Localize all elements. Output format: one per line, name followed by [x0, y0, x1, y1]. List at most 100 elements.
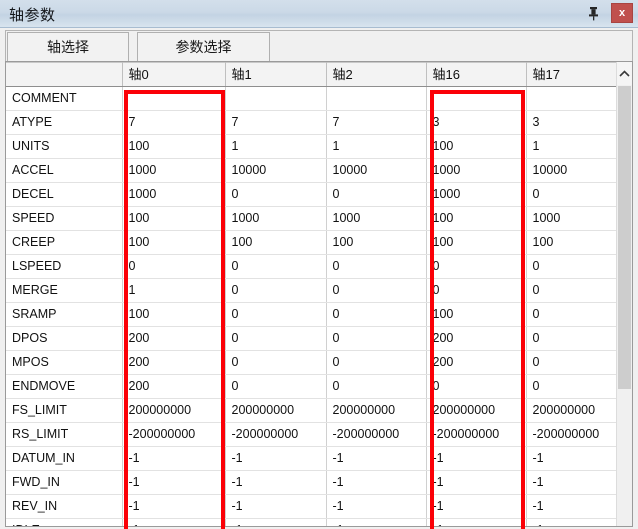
- cell-axis16[interactable]: 0: [426, 254, 527, 279]
- cell-axis1[interactable]: -1: [225, 518, 327, 526]
- cell-axis0[interactable]: 1000: [122, 158, 226, 183]
- cell-axis17[interactable]: 0: [526, 254, 619, 279]
- pin-icon[interactable]: [585, 5, 602, 22]
- cell-axis16[interactable]: -1: [426, 470, 527, 495]
- cell-axis17[interactable]: -200000000: [526, 422, 619, 447]
- cell-axis0[interactable]: 200: [122, 326, 226, 351]
- cell-axis2[interactable]: 10000: [326, 158, 427, 183]
- column-header-axis0[interactable]: 轴0: [122, 62, 226, 87]
- cell-axis16[interactable]: 200: [426, 326, 527, 351]
- cell-axis0[interactable]: 200000000: [122, 398, 226, 423]
- cell-axis16[interactable]: 100: [426, 134, 527, 159]
- cell-axis2[interactable]: 0: [326, 350, 427, 375]
- table-row[interactable]: RS_LIMIT -200000000 -200000000 -200000000 -2…: [6, 422, 619, 447]
- table-row[interactable]: COMMENT: [6, 86, 619, 111]
- cell-axis1[interactable]: -1: [225, 470, 327, 495]
- cell-axis2[interactable]: 0: [326, 302, 427, 327]
- cell-axis16[interactable]: 100: [426, 230, 527, 255]
- column-header-axis16[interactable]: 轴16: [426, 62, 527, 87]
- cell-axis17[interactable]: 100: [526, 230, 619, 255]
- cell-axis17[interactable]: -1: [526, 518, 619, 526]
- cell-axis17[interactable]: 10000: [526, 158, 619, 183]
- cell-axis2[interactable]: -200000000: [326, 422, 427, 447]
- scrollbar-thumb[interactable]: [618, 86, 631, 389]
- cell-axis17[interactable]: 0: [526, 326, 619, 351]
- cell-axis16[interactable]: 100: [426, 206, 527, 231]
- cell-axis1[interactable]: 0: [225, 302, 327, 327]
- cell-axis16[interactable]: 3: [426, 110, 527, 135]
- table-row[interactable]: FWD_IN -1 -1 -1 -1 -1: [6, 470, 619, 495]
- table-row[interactable]: SPEED 100 1000 1000 100 1000: [6, 206, 619, 231]
- cell-axis17[interactable]: 1000: [526, 206, 619, 231]
- cell-axis0[interactable]: 0: [122, 254, 226, 279]
- table-row[interactable]: MERGE 1 0 0 0 0: [6, 278, 619, 303]
- table-row[interactable]: CREEP 100 100 100 100 100: [6, 230, 619, 255]
- cell-axis0[interactable]: 200: [122, 350, 226, 375]
- cell-axis1[interactable]: 0: [225, 374, 327, 399]
- cell-axis0[interactable]: 7: [122, 110, 226, 135]
- cell-axis16[interactable]: -200000000: [426, 422, 527, 447]
- table-row[interactable]: MPOS 200 0 0 200 0: [6, 350, 619, 375]
- cell-axis0[interactable]: 100: [122, 230, 226, 255]
- cell-axis1[interactable]: 0: [225, 326, 327, 351]
- cell-axis17[interactable]: 200000000: [526, 398, 619, 423]
- cell-axis2[interactable]: -1: [326, 518, 427, 526]
- cell-axis16[interactable]: 1000: [426, 158, 527, 183]
- cell-axis1[interactable]: 0: [225, 254, 327, 279]
- table-row[interactable]: FS_LIMIT 200000000 200000000 200000000 20000…: [6, 398, 619, 423]
- cell-axis2[interactable]: 100: [326, 230, 427, 255]
- table-row[interactable]: DPOS 200 0 0 200 0: [6, 326, 619, 351]
- cell-axis1[interactable]: 0: [225, 182, 327, 207]
- cell-axis17[interactable]: 0: [526, 182, 619, 207]
- cell-axis17[interactable]: 0: [526, 278, 619, 303]
- cell-axis0[interactable]: [122, 86, 226, 111]
- cell-axis16[interactable]: 0: [426, 374, 527, 399]
- table-row[interactable]: ATYPE 7 7 7 3 3: [6, 110, 619, 135]
- cell-axis17[interactable]: -1: [526, 446, 619, 471]
- cell-axis1[interactable]: -1: [225, 446, 327, 471]
- cell-axis2[interactable]: 0: [326, 254, 427, 279]
- cell-axis0[interactable]: 100: [122, 134, 226, 159]
- cell-axis0[interactable]: -1: [122, 518, 226, 526]
- cell-axis17[interactable]: 0: [526, 302, 619, 327]
- cell-axis1[interactable]: 1: [225, 134, 327, 159]
- column-header-axis17[interactable]: 轴17: [526, 62, 619, 87]
- cell-axis0[interactable]: -1: [122, 494, 226, 519]
- cell-axis2[interactable]: -1: [326, 446, 427, 471]
- chevron-up-icon[interactable]: [617, 62, 632, 85]
- cell-axis1[interactable]: 10000: [225, 158, 327, 183]
- cell-axis2[interactable]: 1: [326, 134, 427, 159]
- cell-axis16[interactable]: 1000: [426, 182, 527, 207]
- table-row[interactable]: SRAMP 100 0 0 100 0: [6, 302, 619, 327]
- cell-axis0[interactable]: 1000: [122, 182, 226, 207]
- cell-axis17[interactable]: -1: [526, 494, 619, 519]
- cell-axis2[interactable]: 0: [326, 326, 427, 351]
- cell-axis1[interactable]: -1: [225, 494, 327, 519]
- cell-axis16[interactable]: -1: [426, 494, 527, 519]
- cell-axis1[interactable]: -200000000: [225, 422, 327, 447]
- tab-parameter-selection[interactable]: 参数选择: [137, 32, 270, 62]
- cell-axis2[interactable]: 7: [326, 110, 427, 135]
- table-row[interactable]: DECEL 1000 0 0 1000 0: [6, 182, 619, 207]
- cell-axis0[interactable]: 1: [122, 278, 226, 303]
- cell-axis1[interactable]: [225, 86, 327, 111]
- cell-axis0[interactable]: 100: [122, 206, 226, 231]
- cell-axis1[interactable]: 100: [225, 230, 327, 255]
- cell-axis17[interactable]: -1: [526, 470, 619, 495]
- cell-axis16[interactable]: 200000000: [426, 398, 527, 423]
- vertical-scrollbar[interactable]: [616, 62, 632, 526]
- cell-axis17[interactable]: 0: [526, 374, 619, 399]
- cell-axis0[interactable]: 100: [122, 302, 226, 327]
- cell-axis17[interactable]: [526, 86, 619, 111]
- close-button[interactable]: x: [611, 3, 633, 23]
- cell-axis2[interactable]: [326, 86, 427, 111]
- cell-axis2[interactable]: 0: [326, 278, 427, 303]
- cell-axis17[interactable]: 1: [526, 134, 619, 159]
- cell-axis0[interactable]: -1: [122, 446, 226, 471]
- table-row[interactable]: ENDMOVE 200 0 0 0 0: [6, 374, 619, 399]
- table-row[interactable]: ACCEL 1000 10000 10000 1000 10000: [6, 158, 619, 183]
- cell-axis1[interactable]: 0: [225, 278, 327, 303]
- cell-axis16[interactable]: -1: [426, 446, 527, 471]
- column-header-axis1[interactable]: 轴1: [225, 62, 327, 87]
- tab-axis-selection[interactable]: 轴选择: [7, 32, 129, 62]
